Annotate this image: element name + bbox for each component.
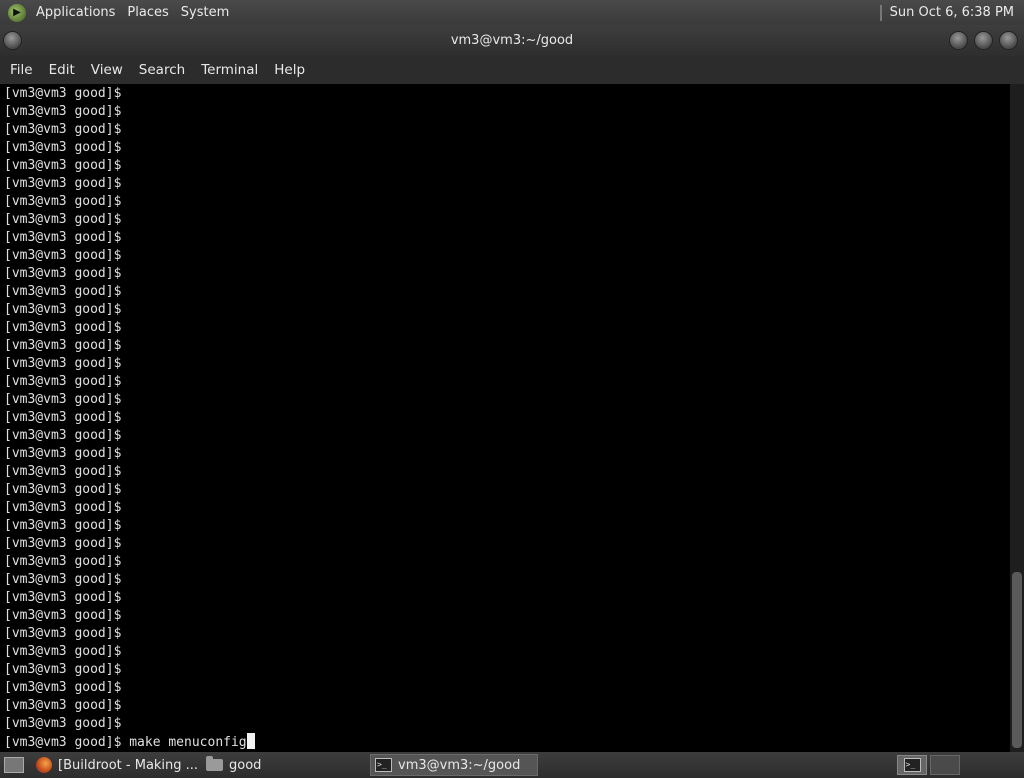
applications-menu[interactable]: Applications	[30, 0, 121, 25]
task-label: vm3@vm3:~/good	[398, 757, 521, 773]
terminal-line: [vm3@vm3 good]$	[4, 518, 122, 533]
bottom-panel: [Buildroot - Making ... good >_ vm3@vm3:…	[0, 752, 1024, 778]
terminal-line: [vm3@vm3 good]$	[4, 338, 122, 353]
firefox-icon	[36, 757, 52, 773]
system-menu[interactable]: System	[175, 0, 235, 25]
terminal-line: [vm3@vm3 good]$	[4, 194, 122, 209]
task-label: good	[229, 757, 262, 773]
terminal-icon: >_	[903, 758, 921, 772]
terminal-icon: >_	[375, 758, 392, 772]
terminal-line: [vm3@vm3 good]$	[4, 716, 122, 731]
terminal-line: [vm3@vm3 good]$	[4, 698, 122, 713]
terminal-line: [vm3@vm3 good]$	[4, 410, 122, 425]
places-menu[interactable]: Places	[121, 0, 174, 25]
maximize-button[interactable]	[975, 32, 992, 49]
applications-logo-icon[interactable]: ▶	[8, 3, 26, 22]
terminal-line: [vm3@vm3 good]$	[4, 320, 122, 335]
task-firefox[interactable]: [Buildroot - Making ...	[36, 754, 202, 776]
menu-help[interactable]: Help	[266, 56, 313, 84]
terminal-line: [vm3@vm3 good]$	[4, 428, 122, 443]
task-folder[interactable]: good	[206, 754, 366, 776]
terminal-line: [vm3@vm3 good]$	[4, 266, 122, 281]
scrollbar-thumb[interactable]	[1012, 572, 1022, 748]
terminal-line: [vm3@vm3 good]$	[4, 230, 122, 245]
terminal-line: [vm3@vm3 good]$	[4, 554, 122, 569]
menu-file[interactable]: File	[0, 56, 41, 84]
terminal-menubar: File Edit View Search Terminal Help	[0, 56, 1024, 84]
panel-separator	[879, 4, 882, 21]
terminal-line: [vm3@vm3 good]$	[4, 644, 122, 659]
terminal-line: [vm3@vm3 good]$	[4, 86, 122, 101]
terminal-line: [vm3@vm3 good]$	[4, 392, 122, 407]
terminal-line: [vm3@vm3 good]$	[4, 446, 122, 461]
panel-right-area: Sun Oct 6, 6:38 PM	[879, 0, 1024, 25]
terminal-current-line: [vm3@vm3 good]$ make menuconfig	[4, 733, 255, 751]
terminal-line: [vm3@vm3 good]$	[4, 104, 122, 119]
workspace-2[interactable]	[930, 755, 960, 775]
terminal-scrollbar[interactable]	[1010, 84, 1024, 752]
terminal-line: [vm3@vm3 good]$	[4, 680, 122, 695]
terminal-line: [vm3@vm3 good]$	[4, 536, 122, 551]
terminal-line: [vm3@vm3 good]$	[4, 248, 122, 263]
terminal-line: [vm3@vm3 good]$	[4, 500, 122, 515]
workspace-1[interactable]: >_	[897, 755, 927, 775]
window-title-bar[interactable]: vm3@vm3:~/good	[0, 25, 1024, 56]
terminal-lines: [vm3@vm3 good]$ [vm3@vm3 good]$ [vm3@vm3 g…	[4, 85, 255, 751]
terminal-line: [vm3@vm3 good]$	[4, 140, 122, 155]
terminal-line: [vm3@vm3 good]$	[4, 626, 122, 641]
terminal-line: [vm3@vm3 good]$	[4, 374, 122, 389]
menu-terminal[interactable]: Terminal	[193, 56, 266, 84]
menu-view[interactable]: View	[83, 56, 131, 84]
close-button[interactable]	[1000, 32, 1017, 49]
minimize-button[interactable]	[950, 32, 967, 49]
terminal-line: [vm3@vm3 good]$	[4, 464, 122, 479]
terminal-line: [vm3@vm3 good]$	[4, 590, 122, 605]
clock[interactable]: Sun Oct 6, 6:38 PM	[890, 5, 1024, 20]
terminal-line: [vm3@vm3 good]$	[4, 176, 122, 191]
menu-search[interactable]: Search	[131, 56, 193, 84]
terminal-line: [vm3@vm3 good]$	[4, 572, 122, 587]
terminal-output[interactable]: [vm3@vm3 good]$ [vm3@vm3 good]$ [vm3@vm3 g…	[0, 84, 1010, 752]
window-title: vm3@vm3:~/good	[450, 33, 574, 48]
folder-icon	[206, 756, 223, 771]
terminal-line: [vm3@vm3 good]$	[4, 356, 122, 371]
terminal-line: [vm3@vm3 good]$	[4, 482, 122, 497]
terminal-line: [vm3@vm3 good]$	[4, 158, 122, 173]
text-cursor	[246, 733, 255, 749]
menu-edit[interactable]: Edit	[41, 56, 83, 84]
terminal-line: [vm3@vm3 good]$	[4, 608, 122, 623]
task-terminal[interactable]: >_ vm3@vm3:~/good	[370, 754, 538, 776]
top-panel: ▶ Applications Places System Sun Oct 6, …	[0, 0, 1024, 25]
show-desktop-icon[interactable]	[4, 757, 24, 773]
task-label: [Buildroot - Making ...	[58, 757, 199, 773]
terminal-line: [vm3@vm3 good]$	[4, 212, 122, 227]
terminal-line: [vm3@vm3 good]$	[4, 302, 122, 317]
terminal-line: [vm3@vm3 good]$	[4, 662, 122, 677]
terminal-line: [vm3@vm3 good]$	[4, 284, 122, 299]
terminal-line: [vm3@vm3 good]$	[4, 122, 122, 137]
